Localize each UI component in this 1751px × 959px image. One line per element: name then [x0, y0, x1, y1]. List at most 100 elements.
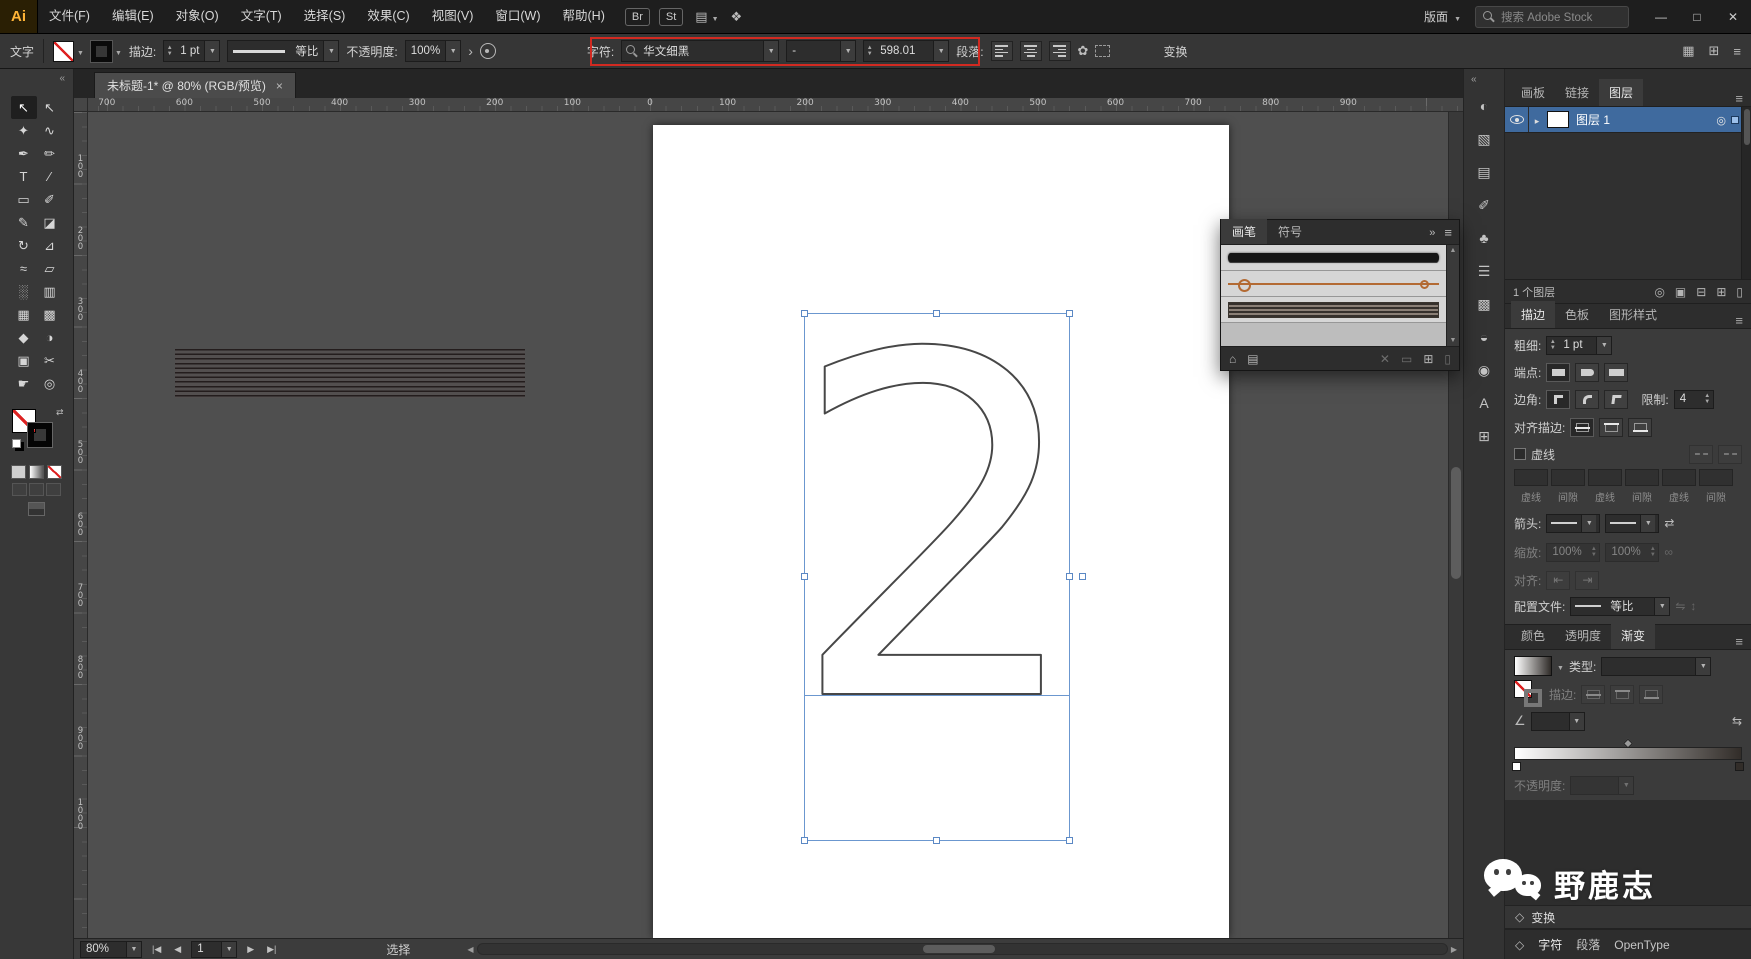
make-clip-mask-icon[interactable]: ▣: [1675, 285, 1686, 299]
cap-round-button[interactable]: [1575, 362, 1600, 382]
dropdown-arrow-icon[interactable]: [1581, 514, 1597, 532]
selection-handle[interactable]: [801, 837, 808, 844]
font-style-dropdown[interactable]: -: [786, 40, 857, 62]
dropdown-arrow-icon[interactable]: [221, 941, 237, 957]
scale-tool[interactable]: ⊿: [37, 234, 63, 257]
rectangle-tool[interactable]: ▭: [11, 188, 37, 211]
gradient-mode-button[interactable]: [29, 465, 44, 479]
gradient-tool[interactable]: ▩: [37, 303, 63, 326]
panel-chevron-icon[interactable]: [468, 43, 473, 59]
appearance-icon[interactable]: ◉: [1471, 358, 1498, 382]
arrow-align-tip-button[interactable]: [1546, 570, 1571, 590]
panel-expand-icon[interactable]: »: [1429, 227, 1435, 239]
marquee-options-icon[interactable]: [1095, 45, 1111, 57]
brushes-scrollbar[interactable]: ▲ ▼: [1446, 245, 1459, 346]
miter-limit-input[interactable]: 4: [1673, 389, 1714, 409]
scroll-left-icon[interactable]: ◀: [467, 945, 473, 954]
brush-item-banded[interactable]: [1221, 297, 1446, 323]
striped-artwork-object[interactable]: [175, 349, 525, 398]
scrollbar-track[interactable]: [476, 943, 1448, 955]
tab-swatches[interactable]: 色板: [1555, 301, 1599, 328]
cap-projecting-button[interactable]: [1604, 362, 1629, 382]
cap-butt-button[interactable]: [1546, 362, 1571, 382]
stroke-gradient-within-button[interactable]: [1581, 684, 1606, 704]
dropdown-arrow-icon[interactable]: [126, 941, 141, 957]
zoom-tool[interactable]: ◎: [37, 372, 63, 395]
artboard-tool[interactable]: ▣: [11, 349, 37, 372]
free-transform-tool[interactable]: ▱: [37, 257, 63, 280]
font-family-dropdown[interactable]: 华文细黑: [621, 40, 780, 62]
brush-item-charcoal[interactable]: [1221, 245, 1446, 271]
arrow-scale-start-input[interactable]: 100%: [1546, 542, 1601, 562]
close-button[interactable]: ✕: [1715, 0, 1751, 33]
dropdown-arrow-icon[interactable]: [763, 41, 779, 61]
dash-value-input[interactable]: [1551, 469, 1585, 486]
tab-transparency[interactable]: 透明度: [1555, 622, 1611, 649]
layer-row[interactable]: 图层 1: [1505, 107, 1751, 133]
brush-libraries-icon[interactable]: ⌂: [1229, 352, 1236, 366]
tab-layers[interactable]: 图层: [1599, 79, 1644, 106]
dash-value-input[interactable]: [1625, 469, 1659, 486]
dash-value-input[interactable]: [1588, 469, 1622, 486]
stepper-icon[interactable]: [864, 45, 875, 57]
stroke-swatch[interactable]: [89, 39, 113, 63]
workspace-grid-icon[interactable]: [1682, 43, 1694, 59]
panel-menu-icon[interactable]: [1444, 225, 1452, 240]
layer-thumbnail[interactable]: [1547, 111, 1569, 128]
gradient-icon[interactable]: ▩: [1471, 292, 1498, 316]
horizontal-ruler[interactable]: 700 600 500 400 300 200 100 0 100 200 300 400 500 600…: [88, 98, 1463, 112]
selection-handle[interactable]: [1066, 573, 1073, 580]
stroke-weight-input[interactable]: 1 pt: [1546, 335, 1613, 355]
new-brush-icon[interactable]: ⊞: [1423, 352, 1433, 366]
scrollbar-thumb[interactable]: [923, 945, 996, 953]
color-guide-icon[interactable]: ▧: [1471, 127, 1498, 151]
artboard-number-input[interactable]: 1: [191, 940, 238, 958]
dropdown-arrow-icon[interactable]: [445, 41, 461, 61]
arrange-documents-button[interactable]: ▤: [695, 9, 718, 25]
swap-arrowheads-icon[interactable]: [1664, 516, 1674, 530]
prev-artboard-button[interactable]: ◀: [171, 944, 184, 955]
vertical-ruler[interactable]: 100 200 300 400 500 600 700 800 900 1000: [74, 112, 88, 938]
opacity-input[interactable]: 100%: [404, 40, 462, 62]
stock-button[interactable]: St: [658, 7, 684, 26]
draw-inside-button[interactable]: [46, 483, 61, 496]
tab-character[interactable]: 字符: [1538, 936, 1562, 953]
gradient-swatch[interactable]: [1514, 656, 1552, 676]
new-sublayer-icon[interactable]: ⊟: [1696, 285, 1706, 299]
tab-graphic-styles[interactable]: 图形样式: [1599, 301, 1667, 328]
scroll-right-icon[interactable]: ▶: [1451, 945, 1457, 954]
slice-tool[interactable]: ✂: [37, 349, 63, 372]
tab-brushes[interactable]: 画笔: [1221, 219, 1268, 244]
stepper-icon[interactable]: [1702, 393, 1713, 405]
scroll-down-icon[interactable]: ▼: [1450, 337, 1457, 344]
font-size-dropdown[interactable]: 598.01: [863, 40, 950, 62]
text-object-selection[interactable]: 2: [801, 310, 1086, 844]
text-object[interactable]: 2: [805, 314, 1071, 807]
gradient-stop-start[interactable]: [1512, 762, 1521, 771]
color-icon[interactable]: ◐: [1471, 94, 1498, 118]
draw-behind-button[interactable]: [29, 483, 44, 496]
scrollbar-thumb[interactable]: [1451, 467, 1461, 579]
selection-handle[interactable]: [1066, 837, 1073, 844]
dash-align-button[interactable]: [1718, 444, 1742, 464]
pen-tool[interactable]: ✒: [11, 142, 37, 165]
gradient-opacity-input[interactable]: [1570, 775, 1635, 795]
stock-search-input[interactable]: 搜索 Adobe Stock: [1475, 5, 1629, 28]
swap-fill-stroke-icon[interactable]: ⇄: [56, 407, 64, 418]
join-bevel-button[interactable]: [1604, 389, 1629, 409]
dropdown-arrow-icon[interactable]: [840, 41, 856, 61]
zoom-dropdown[interactable]: 80%: [80, 940, 142, 958]
menu-item[interactable]: 编辑(E): [101, 0, 165, 33]
arrowhead-start-dropdown[interactable]: [1546, 513, 1601, 533]
brush-options-icon[interactable]: ▭: [1401, 352, 1412, 366]
gradient-ramp[interactable]: [1512, 738, 1744, 772]
magic-wand-tool[interactable]: ✦: [11, 119, 37, 142]
symbol-sprayer-tool[interactable]: ░: [11, 280, 37, 303]
last-artboard-button[interactable]: ▶|: [264, 944, 279, 955]
rotate-tool[interactable]: ↻: [11, 234, 37, 257]
align-left-button[interactable]: [990, 41, 1013, 61]
dock-options-icon[interactable]: [1709, 43, 1720, 59]
new-layer-icon[interactable]: ⊞: [1716, 285, 1726, 299]
dashed-line-checkbox[interactable]: [1514, 448, 1526, 460]
direct-selection-tool[interactable]: ↖: [37, 96, 63, 119]
